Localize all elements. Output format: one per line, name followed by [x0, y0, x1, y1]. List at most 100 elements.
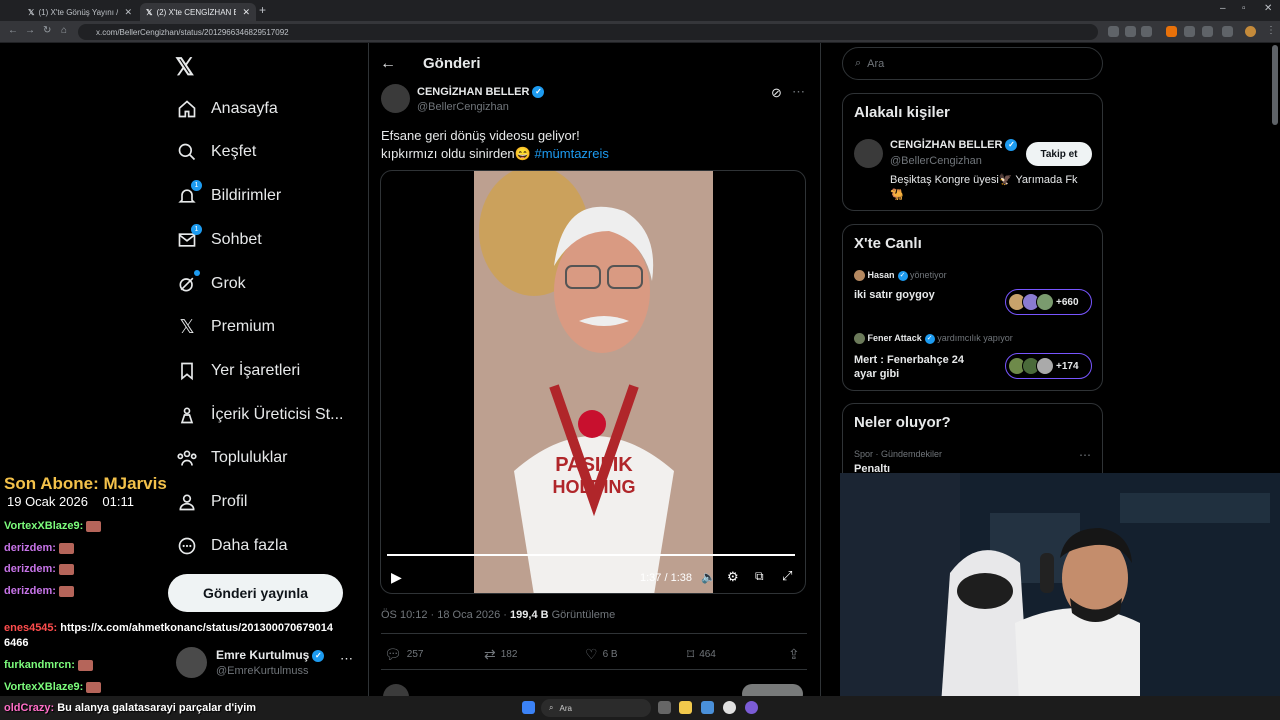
- author-avatar[interactable]: [381, 84, 410, 113]
- settings-icon[interactable]: ⚙: [727, 569, 739, 585]
- windows-start-icon[interactable]: [522, 701, 535, 714]
- share-button[interactable]: ⇪: [788, 646, 805, 663]
- back-icon[interactable]: ←: [8, 25, 18, 36]
- sidebar-item-explore[interactable]: Keşfet: [176, 138, 256, 166]
- more-icon[interactable]: ⋯: [340, 651, 353, 667]
- post-button[interactable]: Gönderi yayınla: [168, 574, 343, 612]
- heart-icon: ♡: [585, 646, 598, 662]
- bookmark-button[interactable]: ⌑ 464: [687, 646, 716, 663]
- volume-icon[interactable]: 🔈: [701, 570, 716, 584]
- emote-icon: [58, 585, 74, 597]
- more-icon[interactable]: ⋯: [1079, 448, 1091, 462]
- profile-avatar-icon[interactable]: [1245, 26, 1256, 37]
- file-explorer-icon[interactable]: [679, 701, 692, 714]
- close-icon[interactable]: ✕: [242, 7, 250, 18]
- search-input[interactable]: Ara: [867, 58, 884, 70]
- verified-icon: ✓: [312, 649, 325, 662]
- extension-icon[interactable]: [1166, 26, 1177, 37]
- forward-icon[interactable]: →: [25, 25, 35, 36]
- browser-tab-2[interactable]: 𝕏 (2) X'te CENGİZHAN BELLER: "E ✕: [140, 3, 256, 21]
- more-circle-icon: [176, 535, 198, 557]
- sidebar-item-creator-studio[interactable]: İçerik Üreticisi St...: [176, 401, 343, 429]
- star-icon[interactable]: [1141, 26, 1152, 37]
- app-icon[interactable]: [745, 701, 758, 714]
- like-count: 6 B: [602, 649, 618, 660]
- translate-icon[interactable]: [1125, 26, 1136, 37]
- repost-icon: ⇄: [484, 646, 496, 662]
- divider: [381, 633, 807, 634]
- cast-icon[interactable]: [1108, 26, 1119, 37]
- x-logo-icon[interactable]: 𝕏: [175, 53, 194, 82]
- sidebar-item-profile[interactable]: Profil: [176, 488, 247, 516]
- extension-icon[interactable]: [1184, 26, 1195, 37]
- live-item[interactable]: Fener Attack ✓ yardımcılık yapıyor: [854, 333, 1013, 345]
- app-icon[interactable]: [701, 701, 714, 714]
- reload-icon[interactable]: ↻: [43, 25, 51, 36]
- fullscreen-icon[interactable]: ⤢: [782, 568, 792, 584]
- maximize-icon[interactable]: ▫: [1242, 3, 1246, 14]
- close-window-icon[interactable]: ✕: [1264, 3, 1272, 14]
- account-handle: @EmreKurtulmuss: [216, 665, 309, 677]
- communities-icon: [176, 447, 198, 469]
- sidebar-item-chat[interactable]: 1 Sohbet: [176, 224, 262, 254]
- like-button[interactable]: ♡ 6 B: [585, 646, 618, 663]
- home-browser-icon[interactable]: ⌂: [61, 25, 67, 36]
- sidebar-item-bookmarks[interactable]: Yer İşaretleri: [176, 357, 300, 385]
- sidebar-icon[interactable]: [1222, 26, 1233, 37]
- chat-user: VortexXBlaze9:: [4, 520, 84, 532]
- url-text: x.com/BellerCengizhan/status/20129663468…: [96, 27, 289, 37]
- listeners-pill[interactable]: +174: [1005, 353, 1092, 379]
- share-icon: ⇪: [788, 646, 800, 662]
- scrollbar[interactable]: [1272, 45, 1278, 125]
- post-timestamp[interactable]: ÖS 10:12 · 18 Oca 2026 ·: [381, 609, 510, 621]
- chrome-icon[interactable]: [723, 701, 736, 714]
- url-field[interactable]: x.com/BellerCengizhan/status/20129663468…: [78, 24, 1098, 40]
- post-text-line: kıpkırmızı oldu sinirden😄: [381, 146, 535, 161]
- repost-button[interactable]: ⇄ 182: [484, 646, 517, 663]
- search-box[interactable]: ⌕ Ara: [842, 47, 1103, 80]
- sidebar-item-premium[interactable]: 𝕏 Premium: [176, 313, 275, 341]
- tab-label: (2) X'te CENGİZHAN BELLER: "E: [156, 7, 237, 17]
- sidebar-item-communities[interactable]: Topluluklar: [176, 444, 287, 472]
- live-item[interactable]: Hasan ✓ yönetiyor: [854, 270, 947, 282]
- account-switcher[interactable]: Emre Kurtulmuş ✓ @EmreKurtulmuss ⋯: [176, 645, 356, 681]
- task-view-icon[interactable]: [658, 701, 671, 714]
- page-title: Gönderi: [423, 55, 481, 72]
- extensions-puzzle-icon[interactable]: [1202, 26, 1213, 37]
- sidebar-item-home[interactable]: Anasayfa: [176, 95, 278, 123]
- emote-icon: [58, 563, 74, 575]
- reply-button[interactable]: 💬︎ 257: [384, 646, 423, 663]
- video-player[interactable]: PASIFIK HOLDING ▶ 1:37 / 1:38 🔈 ⚙ ⧉ ⤢: [380, 170, 806, 594]
- live-title[interactable]: iki satır goygoy: [854, 289, 935, 301]
- live-title[interactable]: ayar gibi: [854, 367, 964, 381]
- video-progress-bar[interactable]: [387, 554, 795, 556]
- sidebar-item-notifications[interactable]: 1 Bildirimler: [176, 180, 281, 210]
- close-icon[interactable]: ✕: [124, 7, 132, 18]
- sidebar-item-label: Premium: [211, 318, 276, 335]
- picture-in-picture-icon[interactable]: ⧉: [755, 569, 764, 584]
- avatar[interactable]: [854, 139, 883, 168]
- sidebar-item-grok[interactable]: Grok: [176, 270, 246, 298]
- related-people-card: Alakalı kişiler CENGİZHAN BELLER ✓ @Belle…: [842, 93, 1103, 211]
- listeners-pill[interactable]: +660: [1005, 289, 1092, 315]
- sidebar-item-more[interactable]: Daha fazla: [176, 532, 288, 560]
- chat-message: derizdem:: [4, 585, 74, 597]
- new-tab-icon[interactable]: +: [259, 3, 266, 17]
- live-title[interactable]: Mert : Fenerbahçe 24: [854, 353, 964, 367]
- more-icon[interactable]: ⋯: [792, 84, 805, 100]
- minimize-icon[interactable]: –: [1220, 3, 1226, 14]
- chat-user: furkandmrcn:: [4, 659, 75, 671]
- sidebar-item-label: Daha fazla: [211, 537, 288, 554]
- menu-icon[interactable]: ⋮: [1266, 25, 1276, 36]
- play-icon[interactable]: ▶: [391, 569, 402, 586]
- grok-explain-icon[interactable]: ⊘: [771, 85, 782, 101]
- related-name[interactable]: CENGİZHAN BELLER: [890, 139, 1002, 151]
- author-handle[interactable]: @BellerCengizhan: [417, 101, 509, 113]
- divider: [381, 669, 807, 670]
- back-arrow-icon[interactable]: ←: [380, 55, 396, 73]
- taskbar-search[interactable]: ⌕ Ara: [541, 699, 651, 717]
- follow-button[interactable]: Takip et: [1026, 142, 1092, 166]
- browser-tab-1[interactable]: 𝕏 (1) X'te Gönüş Yayını / Turnuva ✕: [22, 3, 138, 21]
- hashtag-link[interactable]: #mümtazreis: [534, 146, 608, 161]
- author-name[interactable]: CENGİZHAN BELLER: [417, 86, 529, 98]
